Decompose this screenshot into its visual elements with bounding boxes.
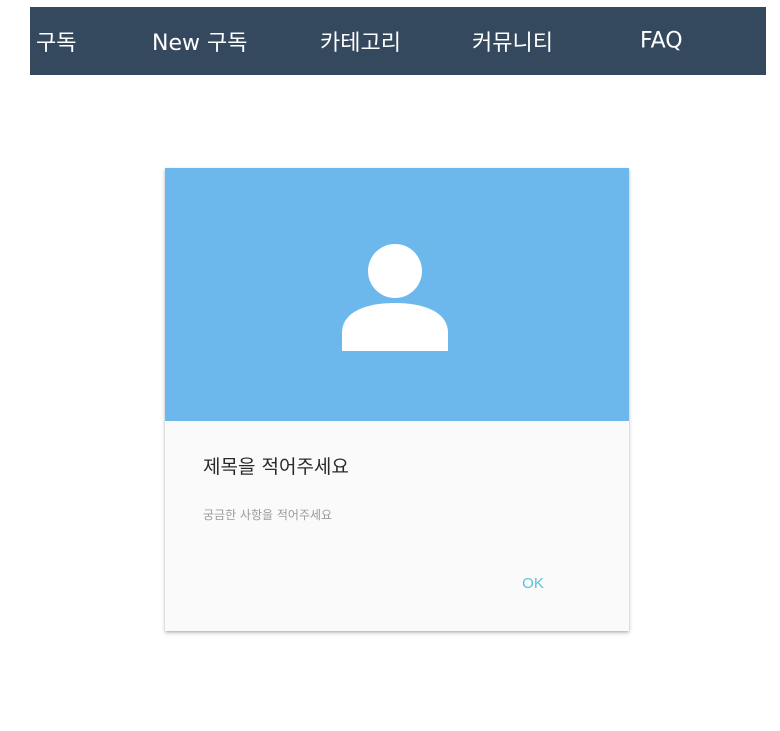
card-media <box>165 168 629 421</box>
user-icon <box>342 244 448 351</box>
card-text: 궁금한 사항을 적어주세요 <box>203 508 333 522</box>
nav-item-category[interactable]: 카테고리 <box>320 25 401 57</box>
nav-item-subscribe[interactable]: 구독 <box>36 25 76 57</box>
nav-item-community[interactable]: 커뮤니티 <box>472 25 553 57</box>
page: 구독 New 구독 카테고리 커뮤니티 FAQ 제목을 적어주세요 궁금한 사항… <box>0 0 780 731</box>
ok-button[interactable]: OK <box>510 568 556 598</box>
card-title: 제목을 적어주세요 <box>203 456 349 478</box>
top-navbar: 구독 New 구독 카테고리 커뮤니티 FAQ <box>30 7 766 75</box>
nav-item-new-subscribe[interactable]: New 구독 <box>152 25 247 57</box>
nav-item-faq[interactable]: FAQ <box>640 29 683 54</box>
dialog-card: 제목을 적어주세요 궁금한 사항을 적어주세요 OK <box>165 168 629 631</box>
